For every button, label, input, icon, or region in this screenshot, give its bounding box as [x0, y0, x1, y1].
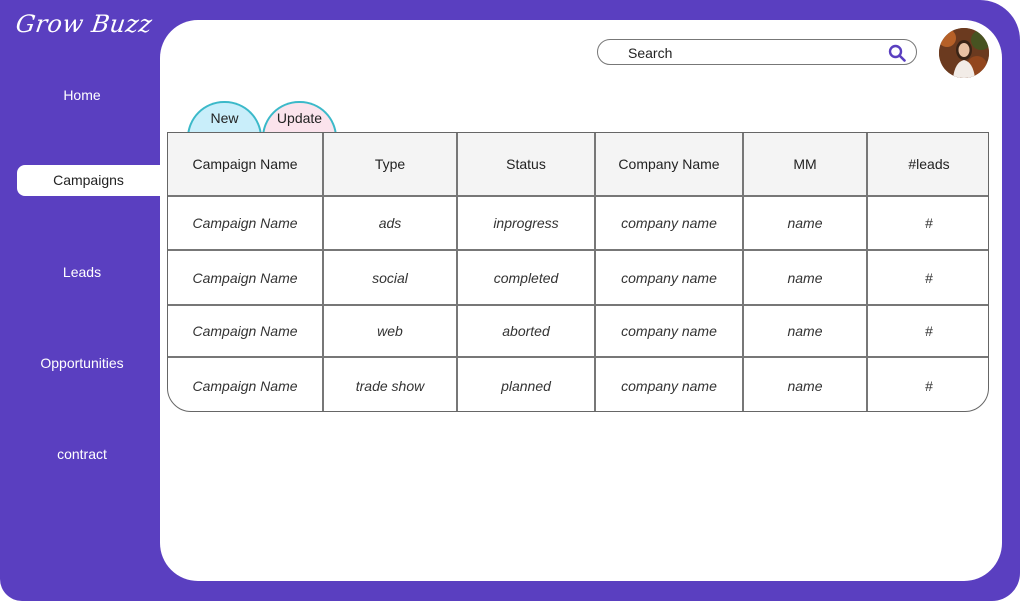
column-header-leads[interactable]: #leads [868, 133, 988, 197]
campaigns-table: Campaign Name Type Status Company Name MM #le… [167, 132, 989, 412]
nav-item-contract[interactable]: contract [0, 446, 164, 462]
table-cell-status: aborted [458, 306, 596, 358]
table-cell-leads: # [868, 251, 988, 306]
column-header-status[interactable]: Status [458, 133, 596, 197]
column-header-mm[interactable]: MM [744, 133, 868, 197]
search-bar[interactable] [597, 39, 917, 65]
search-icon[interactable] [888, 44, 906, 62]
column-header-type[interactable]: Type [324, 133, 458, 197]
avatar-photo [939, 28, 989, 78]
table-cell-type: ads [324, 197, 458, 251]
table-cell-status: planned [458, 358, 596, 411]
nav-item-campaigns[interactable]: Campaigns [17, 165, 160, 196]
app-logo: Grow Buzz [14, 10, 155, 38]
avatar[interactable] [939, 28, 989, 78]
nav-item-leads[interactable]: Leads [0, 264, 164, 280]
table-cell-type: trade show [324, 358, 458, 411]
table-cell-campaign-name: Campaign Name [168, 306, 324, 358]
table-cell-mm: name [744, 358, 868, 411]
table-cell-leads: # [925, 377, 933, 394]
table-cell-company-name: company name [596, 306, 744, 358]
column-header-company-name[interactable]: Company Name [596, 133, 744, 197]
table-cell-leads: # [868, 197, 988, 251]
table-cell-mm: name [744, 251, 868, 306]
nav-item-home[interactable]: Home [0, 87, 164, 103]
table-cell-company-name: company name [596, 358, 744, 411]
table-cell-campaign-name: Campaign Name [168, 358, 324, 411]
table-cell-company-name: company name [596, 251, 744, 306]
table-cell-type: social [324, 251, 458, 306]
table-cell-mm: name [744, 306, 868, 358]
table-cell-type: web [324, 306, 458, 358]
column-header-campaign-name[interactable]: Campaign Name [168, 133, 324, 197]
table-cell-status: completed [458, 251, 596, 306]
table-cell-mm: name [744, 197, 868, 251]
table-cell-campaign-name: Campaign Name [168, 251, 324, 306]
table-cell-company-name: company name [596, 197, 744, 251]
search-input[interactable] [626, 43, 880, 63]
table-cell-leads: # [868, 306, 988, 358]
table-cell-status: inprogress [458, 197, 596, 251]
app-frame: Grow Buzz Home Campaigns Leads Opportuni… [0, 0, 1020, 601]
nav-item-opportunities[interactable]: Opportunities [0, 355, 164, 371]
table-cell-campaign-name: Campaign Name [168, 197, 324, 251]
